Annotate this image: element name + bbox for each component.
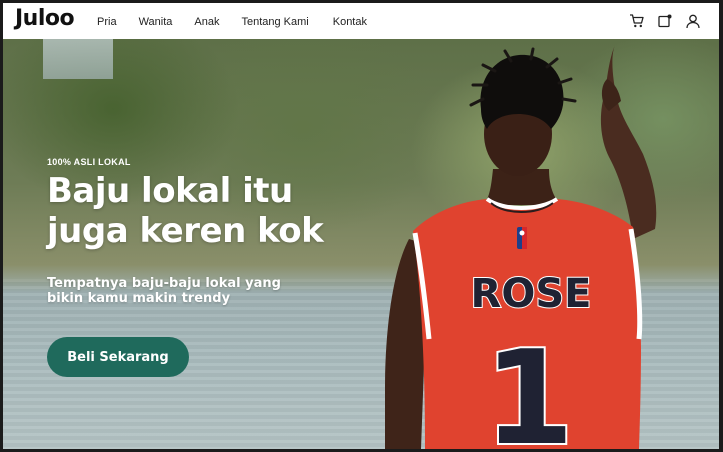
nav-link-kontak[interactable]: Kontak: [333, 16, 367, 28]
notification-icon[interactable]: [657, 13, 673, 29]
cart-icon[interactable]: [629, 13, 645, 29]
hero-subtext: Tempatnya baju-baju lokal yang bikin kam…: [47, 276, 327, 306]
nav-link-tentang-kami[interactable]: Tentang Kami: [241, 16, 308, 28]
hero-headline-line-2: juga keren kok: [47, 211, 324, 251]
hero-subtext-line-1: Tempatnya baju-baju lokal yang: [47, 276, 281, 291]
nav-icon-group: [629, 13, 701, 29]
main-nav: Pria Wanita Anak Tentang Kami Kontak: [97, 16, 367, 28]
top-navbar: Juloo Pria Wanita Anak Tentang Kami Kont…: [3, 3, 719, 39]
brand-logo[interactable]: Juloo: [15, 6, 75, 31]
jersey-name: ROSE: [471, 271, 592, 317]
buy-now-button[interactable]: Beli Sekarang: [47, 337, 189, 377]
hero-subtext-line-2: bikin kamu makin trendy: [47, 291, 231, 306]
user-icon[interactable]: [685, 13, 701, 29]
nav-link-anak[interactable]: Anak: [194, 16, 219, 28]
hero-sky: [43, 39, 113, 79]
hero-banner: ROSE 1 100% ASLI LOKAL Baju lokal itu ju…: [3, 39, 719, 449]
browser-viewport: Juloo Pria Wanita Anak Tentang Kami Kont…: [3, 3, 719, 449]
nav-link-wanita[interactable]: Wanita: [139, 16, 173, 28]
jersey-number: 1: [484, 322, 574, 449]
hero-eyebrow: 100% ASLI LOKAL: [47, 157, 131, 167]
hero-model-photo: ROSE 1: [385, 45, 657, 449]
hero-headline: Baju lokal itu juga keren kok: [47, 171, 324, 251]
nav-link-pria[interactable]: Pria: [97, 16, 117, 28]
hero-headline-line-1: Baju lokal itu: [47, 171, 293, 211]
